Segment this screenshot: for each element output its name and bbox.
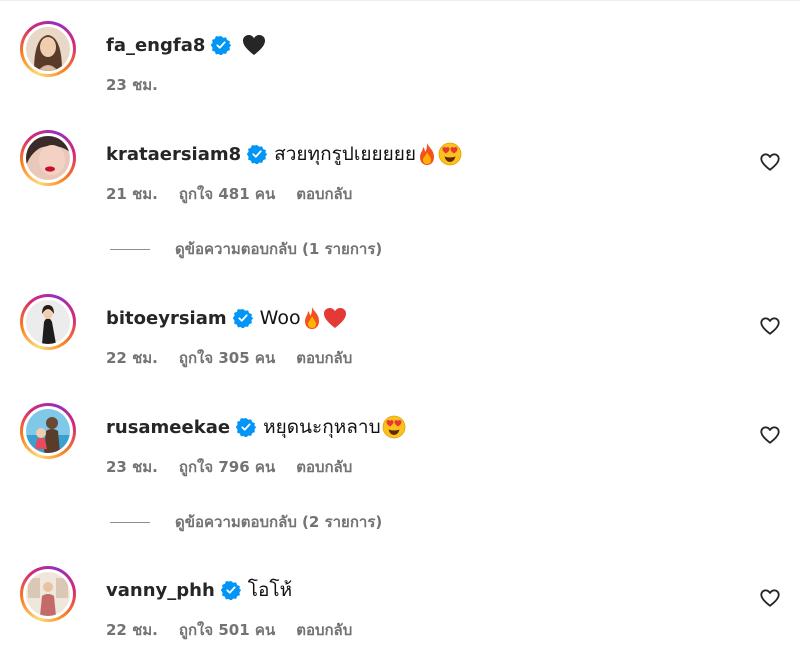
heart-eyes-icon: [382, 415, 406, 439]
reply-button[interactable]: ตอบกลับ: [296, 182, 352, 206]
comment-username[interactable]: fa_engfa8: [106, 35, 205, 56]
comment-time: 22 ชม.: [106, 621, 158, 639]
like-heart-icon[interactable]: [759, 151, 781, 173]
avatar[interactable]: [20, 566, 76, 622]
comment-username[interactable]: vanny_phh: [106, 580, 215, 601]
comment-text: Woo: [259, 307, 301, 329]
comment-text: โอโห้: [247, 579, 293, 601]
comment-item: fa_engfa8 23 ชม.: [0, 21, 800, 101]
reply-button[interactable]: ตอบกลับ: [296, 455, 352, 479]
comment-likes[interactable]: ถูกใจ 305 คน: [179, 346, 275, 370]
comment-username[interactable]: rusameekae: [106, 417, 230, 438]
reply-divider: [110, 521, 150, 523]
red-heart-icon: [323, 308, 346, 328]
black-heart-icon: [243, 35, 266, 55]
comment-time: 23 ชม.: [106, 76, 158, 94]
comment-time: 22 ชม.: [106, 349, 158, 367]
fire-icon: [420, 143, 434, 165]
avatar[interactable]: [20, 21, 76, 77]
reply-divider: [110, 248, 150, 250]
avatar[interactable]: [20, 294, 76, 350]
avatar[interactable]: [20, 130, 76, 186]
view-replies-link[interactable]: ดูข้อความตอบกลับ (2 รายการ): [175, 510, 382, 534]
verified-badge-icon: [236, 418, 257, 437]
view-replies[interactable]: ดูข้อความตอบกลับ (2 รายการ): [110, 510, 610, 534]
view-replies[interactable]: ดูข้อความตอบกลับ (1 รายการ): [110, 237, 610, 261]
comment-item: vanny_phh โอโห้ 22 ชม. ถูกใจ 501 คน ตอบก…: [0, 566, 800, 646]
comment-time: 23 ชม.: [106, 458, 158, 476]
comment-time: 21 ชม.: [106, 185, 158, 203]
like-heart-icon[interactable]: [759, 424, 781, 446]
top-divider: [0, 0, 800, 1]
comment-item: rusameekae หยุดนะกุหลาบ 23 ชม. ถูกใจ 796…: [0, 403, 800, 483]
comment-text: หยุดนะกุหลาบ: [263, 416, 381, 438]
comment-likes[interactable]: ถูกใจ 796 คน: [179, 455, 275, 479]
verified-badge-icon: [220, 581, 241, 600]
comment-item: bitoeyrsiam Woo 22 ชม. ถูกใจ 305 คน ตอบก…: [0, 294, 800, 374]
reply-button[interactable]: ตอบกลับ: [296, 346, 352, 370]
comment-likes[interactable]: ถูกใจ 481 คน: [179, 182, 275, 206]
reply-button[interactable]: ตอบกลับ: [296, 618, 352, 642]
comment-likes[interactable]: ถูกใจ 501 คน: [179, 618, 275, 642]
avatar[interactable]: [20, 403, 76, 459]
comment-text: สวยทุกรูปเยยยยย: [274, 143, 416, 165]
view-replies-link[interactable]: ดูข้อความตอบกลับ (1 รายการ): [175, 237, 382, 261]
like-heart-icon[interactable]: [759, 587, 781, 609]
verified-badge-icon: [232, 309, 253, 328]
verified-badge-icon: [211, 36, 232, 55]
like-heart-icon[interactable]: [759, 315, 781, 337]
comment-item: krataersiam8 สวยทุกรูปเยยยยย 21 ชม. ถูกใ…: [0, 130, 800, 210]
verified-badge-icon: [247, 145, 268, 164]
comment-username[interactable]: bitoeyrsiam: [106, 308, 227, 329]
heart-eyes-icon: [438, 142, 462, 166]
fire-icon: [304, 307, 319, 329]
comment-username[interactable]: krataersiam8: [106, 144, 241, 165]
